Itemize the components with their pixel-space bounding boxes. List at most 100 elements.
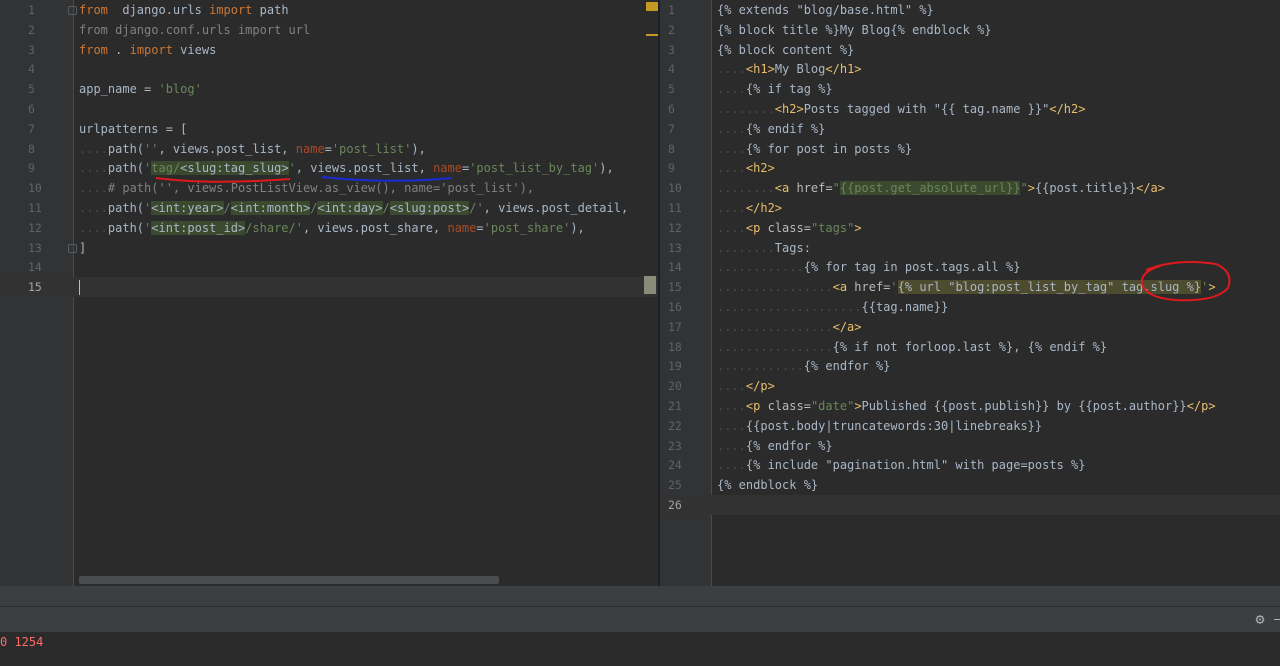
code-line[interactable]: 18 ................{% if not forloop.last… (660, 337, 1280, 357)
code-text[interactable]: ....<h2> (717, 158, 775, 178)
code-line[interactable]: 7 ....{% endif %} (660, 119, 1280, 139)
code-text[interactable]: ....path('<int:post_id>/share/', views.p… (79, 218, 585, 238)
code-text[interactable]: ............{% endfor %} (717, 356, 890, 376)
fold-icon[interactable] (68, 6, 77, 15)
code-line[interactable]: 8 ....path('', views.post_list, name='pos… (0, 139, 658, 159)
code-line[interactable]: 15 ................<a href='{% url "blog:… (660, 277, 1280, 297)
line-number: 9 (668, 161, 675, 176)
code-line[interactable]: 3 {% block content %} (660, 40, 1280, 60)
code-text[interactable]: ....{{post.body|truncatewords:30|linebre… (717, 416, 1042, 436)
code-line[interactable]: 7 urlpatterns = [ (0, 119, 658, 139)
line-number: 24 (668, 458, 682, 473)
code-line[interactable]: 2 from django.conf.urls import url (0, 20, 658, 40)
code-line[interactable]: 16 ....................{{tag.name}} (660, 297, 1280, 317)
code-text[interactable]: ....</p> (717, 376, 775, 396)
line-number: 15 (668, 280, 682, 295)
code-line[interactable]: 8 ....{% for post in posts %} (660, 139, 1280, 159)
code-text[interactable]: ....# path('', views.PostListView.as_vie… (79, 178, 534, 198)
code-text[interactable]: app_name = 'blog' (79, 79, 202, 99)
code-line[interactable]: 13] (0, 238, 658, 258)
line-number: 18 (668, 339, 682, 354)
code-text[interactable]: from . import views (79, 40, 216, 60)
line-number: 21 (668, 399, 682, 413)
code-line[interactable]: 17 ................</a> (660, 317, 1280, 337)
code-text[interactable]: ................<a href='{% url "blog:po… (717, 277, 1216, 297)
line-number: 8 (668, 141, 675, 156)
code-text[interactable]: ................{% if not forloop.last %… (717, 337, 1107, 357)
code-text[interactable]: ....{% if tag %} (717, 79, 833, 99)
left-editor-pane[interactable]: 1 from django.urls import path 2 from djang… (0, 0, 658, 586)
code-line[interactable]: 14 ............{% for tag in post.tags.al… (660, 257, 1280, 277)
code-line[interactable]: 26 (660, 495, 1280, 515)
code-line[interactable]: 22 ....{{post.body|truncatewords:30|lineb… (660, 416, 1280, 436)
cursor-marker[interactable] (644, 276, 656, 294)
code-line[interactable]: 25 {% endblock %} (660, 475, 1280, 495)
fold-icon[interactable] (68, 243, 77, 253)
line-number: 12 (28, 220, 42, 235)
code-line[interactable]: 15 (0, 277, 658, 298)
code-line[interactable]: 20 ....</p> (660, 376, 1280, 396)
code-line[interactable]: 14 (0, 257, 658, 277)
code-line[interactable]: 9 ....path('tag/<slug:tag_slug>', views.p… (0, 158, 658, 178)
line-number: 6 (668, 102, 675, 116)
horizontal-scrollbar[interactable] (79, 576, 499, 584)
code-line[interactable]: 11 ....</h2> (660, 198, 1280, 218)
code-text[interactable]: ....path('tag/<slug:tag_slug>', views.po… (79, 158, 614, 178)
code-text[interactable]: ....................{{tag.name}} (717, 297, 948, 317)
code-text[interactable]: {% block content %} (717, 40, 854, 60)
code-line[interactable]: 11 ....path('<int:year>/<int:month>/<int:… (0, 198, 658, 218)
code-line[interactable]: 23 ....{% endfor %} (660, 436, 1280, 456)
code-line[interactable]: 10 ....# path('', views.PostListView.as_v… (0, 178, 658, 198)
code-text[interactable]: from django.urls import path (79, 0, 289, 20)
code-line[interactable]: 12 ....path('<int:post_id>/share/', views… (0, 218, 658, 238)
code-text[interactable]: ........<a href="{{post.get_absolute_url… (717, 178, 1165, 198)
code-line[interactable]: 9 ....<h2> (660, 158, 1280, 178)
code-text[interactable]: ....{% endif %} (717, 119, 825, 139)
minimize-icon[interactable] (1274, 619, 1280, 620)
code-line[interactable]: 4 ....<h1>My Blog</h1> (660, 59, 1280, 79)
code-line[interactable]: 5 app_name = 'blog' (0, 79, 658, 99)
code-text[interactable]: ....<h1>My Blog</h1> (717, 59, 862, 79)
code-text[interactable]: ................</a> (717, 317, 862, 337)
code-text[interactable]: ....{% include "pagination.html" with pa… (717, 455, 1085, 475)
code-line[interactable]: 10 ........<a href="{{post.get_absolute_u… (660, 178, 1280, 198)
code-text[interactable]: ........Tags: (717, 238, 811, 258)
code-line[interactable]: 2 {% block title %}My Blog{% endblock %} (660, 20, 1280, 40)
code-text[interactable]: ....{% endfor %} (717, 436, 833, 456)
code-text[interactable]: ............{% for tag in post.tags.all … (717, 257, 1020, 277)
code-text[interactable]: urlpatterns = [ (79, 119, 187, 139)
code-line[interactable]: 19 ............{% endfor %} (660, 356, 1280, 376)
code-text[interactable]: from django.conf.urls import url (79, 20, 310, 40)
code-text[interactable]: ....<p class="tags"> (717, 218, 862, 238)
code-line[interactable]: 1 from django.urls import path (0, 0, 658, 20)
line-number: 7 (668, 121, 675, 136)
warning-marker[interactable] (646, 2, 658, 11)
line-number: 26 (668, 498, 682, 512)
code-line[interactable]: 4 (0, 59, 658, 79)
code-line[interactable]: 21 ....<p class="date">Published {{post.p… (660, 396, 1280, 416)
code-text[interactable]: ....{% for post in posts %} (717, 139, 912, 159)
warning-marker[interactable] (646, 34, 658, 36)
code-text[interactable]: ....</h2> (717, 198, 782, 218)
code-line[interactable]: 12 ....<p class="tags"> (660, 218, 1280, 238)
code-line[interactable]: 13 ........Tags: (660, 238, 1280, 258)
code-line[interactable]: 3 from . import views (0, 40, 658, 60)
code-text[interactable]: ....<p class="date">Published {{post.pub… (717, 396, 1216, 416)
code-text[interactable]: ....path('', views.post_list, name='post… (79, 139, 426, 159)
line-number: 20 (668, 379, 682, 394)
code-line[interactable]: 6 ........<h2>Posts tagged with "{{ tag.n… (660, 99, 1280, 119)
code-text[interactable]: {% endblock %} (717, 475, 818, 495)
gear-icon[interactable]: ⚙ (1252, 611, 1268, 627)
line-number: 4 (668, 62, 675, 77)
code-text[interactable]: ....path('<int:year>/<int:month>/<int:da… (79, 198, 628, 218)
code-line[interactable]: 24 ....{% include "pagination.html" with … (660, 455, 1280, 475)
code-line[interactable]: 5 ....{% if tag %} (660, 79, 1280, 99)
code-line[interactable]: 6 (0, 99, 658, 119)
code-text[interactable]: ........<h2>Posts tagged with "{{ tag.na… (717, 99, 1085, 119)
line-number: 3 (28, 42, 35, 57)
code-text[interactable]: ] (79, 238, 86, 258)
right-editor-pane[interactable]: 1 {% extends "blog/base.html" %} 2 {% block… (660, 0, 1280, 586)
code-text[interactable]: {% extends "blog/base.html" %} (717, 0, 934, 20)
code-text[interactable]: {% block title %}My Blog{% endblock %} (717, 20, 992, 40)
code-line[interactable]: 1 {% extends "blog/base.html" %} (660, 0, 1280, 20)
